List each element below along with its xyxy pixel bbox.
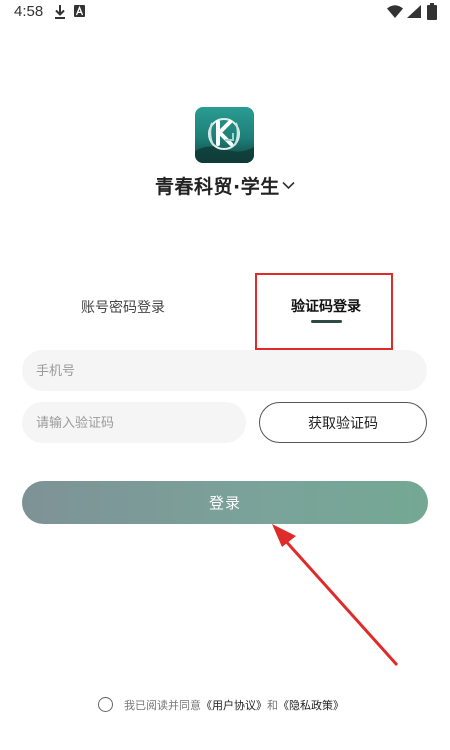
privacy-policy-link[interactable]: 《隐私政策》 [278,699,344,712]
agreement-conjunction: 和 [267,699,278,712]
tab-password-login-label: 账号密码登录 [81,300,165,316]
tab-password-login[interactable]: 账号密码登录 [81,297,165,317]
verification-code-input[interactable] [34,402,238,445]
chevron-down-icon [282,181,295,190]
get-code-button[interactable]: 获取验证码 [259,402,427,443]
get-code-button-label: 获取验证码 [308,415,378,432]
login-screen: 4:58 青春科贸·学生 账号密码登录 验证码登录 手机号 请输入验证码 获取验… [0,0,450,750]
battery-icon [427,3,437,20]
a-notification-icon [74,5,85,17]
login-button-label: 登录 [208,494,241,512]
app-logo [195,107,254,163]
k-badge-logo-icon [195,107,254,163]
app-title-text: 青春科贸·学生 [155,176,280,198]
status-time: 4:58 [14,3,44,20]
agreement-text: 我已阅读并同意《用户协议》和《隐私政策》 [124,697,344,713]
login-button[interactable]: 登录 [22,481,428,524]
agreement-prefix: 我已阅读并同意 [124,699,201,712]
agreement-radio[interactable] [98,697,113,712]
wifi-icon [387,5,403,18]
app-title[interactable]: 青春科贸·学生 [155,172,295,199]
annotation-highlight-box [255,273,393,350]
phone-input[interactable] [34,350,418,393]
phone-field[interactable] [22,350,427,393]
signal-icon [407,5,421,18]
status-bar: 4:58 [0,0,450,26]
code-field[interactable] [22,402,246,445]
user-agreement-link[interactable]: 《用户协议》 [201,699,267,712]
download-icon [55,5,65,19]
